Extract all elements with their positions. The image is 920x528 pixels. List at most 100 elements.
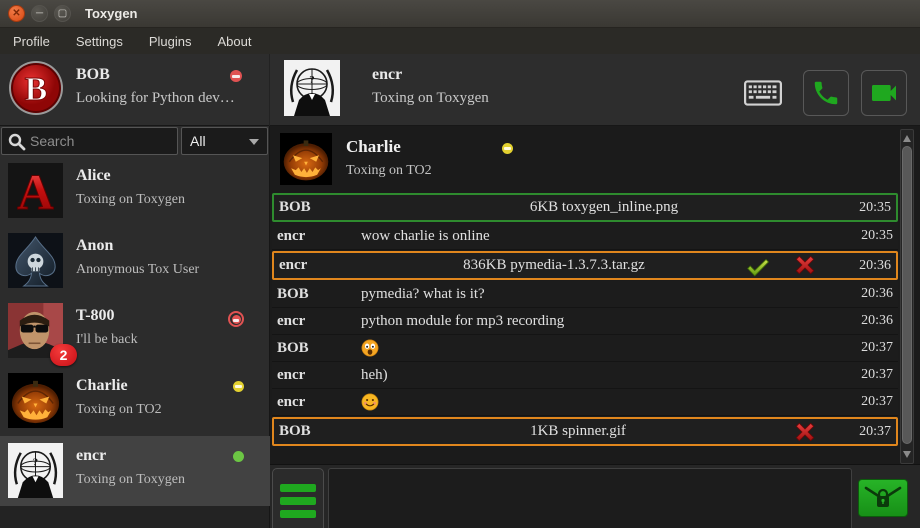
busy-status-icon (228, 311, 244, 327)
sidebar-footer (0, 506, 269, 528)
scroll-down-icon[interactable] (903, 451, 911, 459)
message-scrollbar[interactable] (900, 129, 914, 464)
svg-text:A: A (17, 164, 54, 218)
chat-top-contact-charlie[interactable]: Charlie Toxing on TO2 (272, 129, 898, 189)
scroll-up-icon[interactable] (903, 134, 911, 142)
phone-icon (811, 78, 841, 108)
envelope-lock-icon (863, 483, 903, 513)
chat-area: Charlie Toxing on TO2 BOB 6KB toxygen_in… (270, 126, 920, 528)
svg-text:?: ? (309, 74, 315, 86)
message-emoji (361, 339, 847, 357)
chevron-down-icon (249, 139, 259, 145)
smiling-face-emoji (361, 393, 379, 411)
toxygen-window: ✕ ─ ▢ Toxygen Profile Settings Plugins A… (0, 0, 920, 528)
message-row: encr wow charlie is online 20:35 (272, 223, 898, 250)
svg-text:B: B (25, 71, 48, 108)
contact-item-charlie[interactable]: Charlie Toxing on TO2 (0, 366, 270, 436)
message-time: 20:37 (847, 394, 893, 410)
message-emoji (361, 393, 847, 411)
online-status-icon (233, 451, 244, 462)
contact-item-encr[interactable]: ? encr Toxing on Toxygen (0, 436, 270, 506)
menu-plugins[interactable]: Plugins (149, 34, 192, 49)
message-row: encr heh) 20:37 (272, 362, 898, 389)
encr-avatar: ? (8, 443, 63, 498)
scrollbar-thumb[interactable] (902, 146, 912, 444)
svg-text:?: ? (33, 457, 38, 469)
message-row: encr python module for mp3 recording 20:… (272, 308, 898, 335)
menu-bar: Profile Settings Plugins About (0, 28, 920, 54)
composer-bar (270, 464, 920, 528)
menu-settings[interactable]: Settings (76, 34, 123, 49)
message-text: wow charlie is online (361, 228, 847, 245)
message-row: encr 20:37 (272, 389, 898, 416)
message-text: pymedia? what is it? (361, 286, 847, 303)
audio-call-button[interactable] (803, 70, 849, 116)
menu-profile[interactable]: Profile (13, 34, 50, 49)
message-time: 20:36 (847, 286, 893, 302)
message-time: 20:37 (845, 424, 891, 440)
contact-name: Charlie (346, 137, 401, 157)
hamburger-icon (280, 497, 316, 505)
accept-transfer-icon[interactable] (745, 253, 771, 279)
message-time: 20:35 (845, 200, 891, 216)
message-sender: encr (277, 313, 361, 330)
self-profile-panel[interactable]: B BOB Looking for Python dev… (0, 54, 270, 126)
away-status-icon (233, 381, 244, 392)
contact-search-box (1, 127, 178, 155)
message-sender: encr (277, 367, 361, 384)
maximize-window-icon[interactable]: ▢ (54, 5, 71, 22)
contact-name: T-800 (76, 307, 115, 325)
fearful-face-emoji (361, 339, 379, 357)
contact-status-message: Toxing on TO2 (346, 163, 432, 179)
video-camera-icon (868, 77, 900, 109)
message-time: 20:37 (847, 367, 893, 383)
contact-item-anon[interactable]: Anon Anonymous Tox User (0, 226, 270, 296)
contact-status-message: Toxing on TO2 (76, 402, 162, 418)
message-sender: BOB (277, 286, 361, 303)
close-window-icon[interactable]: ✕ (8, 5, 25, 22)
hamburger-icon (280, 510, 316, 518)
file-transfer-row: BOB 6KB toxygen_inline.png 20:35 (272, 193, 898, 222)
active-chat-name: encr (372, 66, 402, 84)
file-name: 6KB toxygen_inline.png (363, 199, 845, 216)
send-message-button[interactable] (858, 479, 908, 517)
contact-filter-dropdown[interactable]: All (181, 127, 268, 155)
chat-menu-button[interactable] (272, 468, 324, 528)
message-sender: BOB (279, 199, 363, 216)
sidebar: All A Alice Toxing on Toxygen Anon (0, 126, 270, 528)
message-time: 20:36 (845, 258, 891, 274)
anon-avatar (8, 233, 63, 288)
keyboard-icon[interactable] (744, 80, 782, 106)
minimize-window-icon[interactable]: ─ (31, 5, 48, 22)
search-input[interactable] (30, 129, 174, 153)
contact-name: encr (76, 447, 106, 465)
message-list: BOB 6KB toxygen_inline.png 20:35 encr wo… (272, 192, 898, 447)
active-chat-avatar: ? (284, 60, 340, 116)
video-call-button[interactable] (861, 70, 907, 116)
message-time: 20:35 (847, 228, 893, 244)
message-input[interactable] (328, 468, 852, 528)
filter-selected-value: All (190, 133, 206, 149)
contact-status-message: Anonymous Tox User (76, 262, 199, 278)
self-status-message: Looking for Python dev… (76, 90, 235, 107)
top-panel: B BOB Looking for Python dev… ? encr Tox… (0, 54, 920, 126)
message-time: 20:36 (847, 313, 893, 329)
decline-transfer-icon[interactable] (793, 420, 817, 444)
menu-about[interactable]: About (217, 34, 251, 49)
alice-avatar: A (8, 163, 63, 218)
contact-name: Anon (76, 237, 113, 255)
contact-item-alice[interactable]: A Alice Toxing on Toxygen (0, 156, 270, 226)
message-sender: encr (277, 228, 361, 245)
contact-item-t800[interactable]: T-800 I'll be back 2 (0, 296, 270, 366)
decline-transfer-icon[interactable] (793, 253, 817, 277)
message-row: BOB pymedia? what is it? 20:36 (272, 281, 898, 308)
unread-count-badge: 2 (50, 344, 77, 366)
contact-name: Charlie (76, 377, 128, 395)
self-name: BOB (76, 66, 110, 84)
self-avatar: B (8, 60, 64, 116)
search-icon (7, 132, 27, 152)
message-sender: encr (279, 257, 363, 274)
message-text: heh) (361, 367, 847, 384)
window-title: Toxygen (85, 6, 138, 21)
contact-status-message: Toxing on Toxygen (76, 192, 185, 208)
